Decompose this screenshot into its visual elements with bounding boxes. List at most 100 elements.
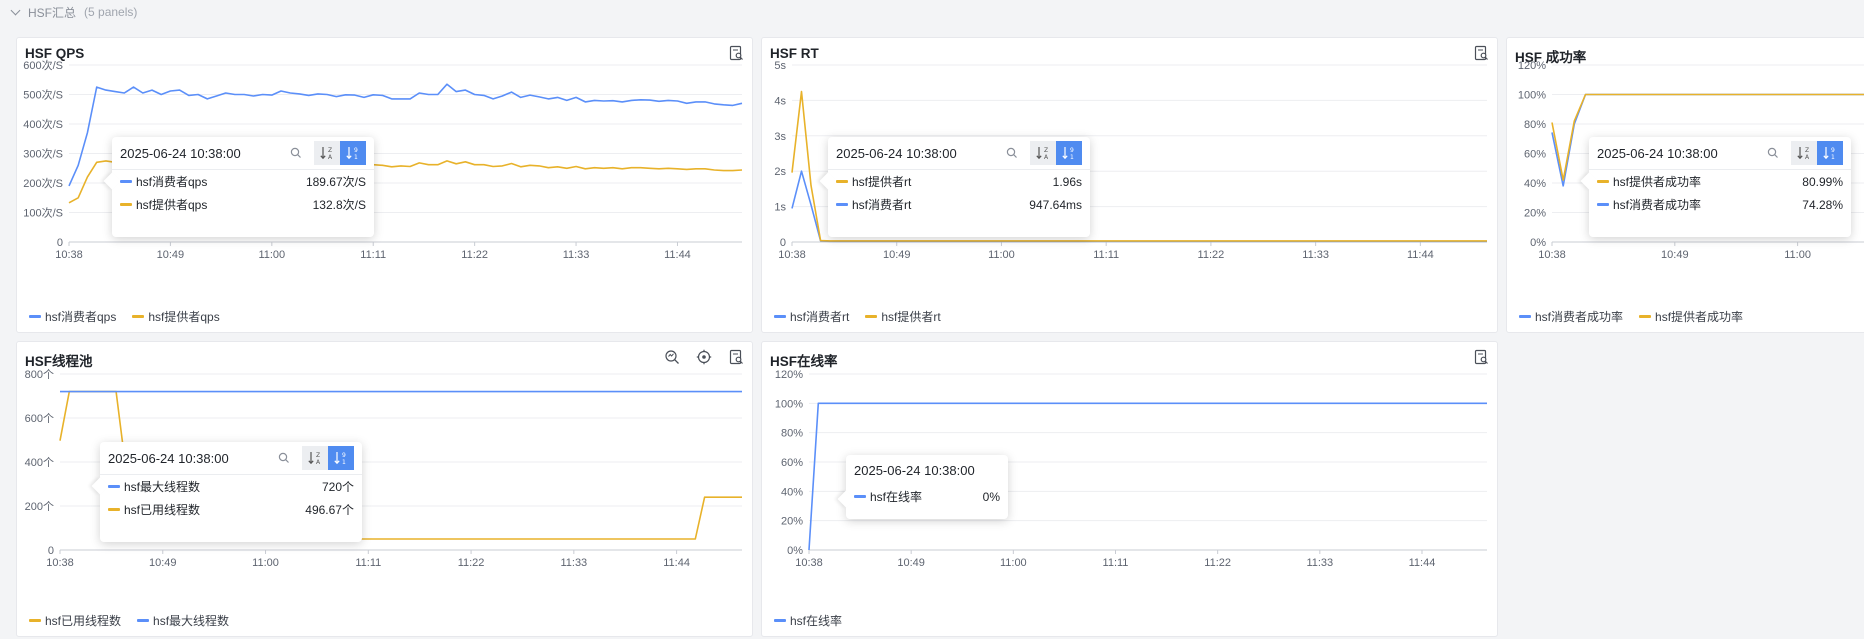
sort-alpha-icon: ZA [1036, 147, 1049, 161]
y-tick-label: 0% [1530, 237, 1546, 249]
x-tick-label: 11:44 [664, 249, 691, 261]
legend-item-consumer[interactable]: hsf消费者rt [774, 308, 849, 325]
svg-text:1: 1 [354, 154, 358, 161]
legend-label: hsf消费者qps [45, 310, 117, 324]
tooltip-series-value: 496.67个 [305, 503, 354, 517]
tooltip-series-value: 80.99% [1802, 174, 1843, 189]
svg-text:1: 1 [1831, 154, 1835, 161]
tooltip-row: hsf消费者rt 947.64ms [828, 193, 1090, 216]
tooltip-row: hsf消费者成功率 74.28% [1589, 193, 1851, 216]
chart-tooltip: 2025-06-24 10:38:00 ZA 91 hsf消费者qps 189.6… [103, 137, 374, 237]
group-header[interactable]: HSF汇总 (5 panels) [10, 4, 137, 20]
tooltip-header: 2025-06-24 10:38:00 [846, 455, 1008, 485]
legend-swatch [1639, 315, 1652, 318]
y-tick-label: 60% [781, 457, 803, 469]
sort-numeric-icon: 91 [334, 452, 346, 466]
tooltip-time: 2025-06-24 10:38:00 [836, 145, 957, 161]
y-tick-label: 200个 [25, 500, 54, 513]
tooltip-series-name: hsf提供者qps [136, 198, 208, 212]
tooltip-series-name: hsf提供者成功率 [1613, 175, 1702, 189]
x-tick-label: 11:44 [1409, 557, 1436, 569]
tooltip-swatch [108, 485, 120, 488]
x-tick-label: 10:38 [1538, 249, 1566, 261]
y-tick-label: 600个 [25, 412, 54, 425]
sort-numeric-button[interactable]: 91 [340, 141, 366, 165]
legend-item-max[interactable]: hsf最大线程数 [137, 612, 229, 629]
sort-alpha-icon: ZA [308, 452, 321, 466]
search-icon[interactable] [286, 143, 306, 163]
tooltip-row: hsf提供者成功率 80.99% [1589, 170, 1851, 193]
y-tick-label: 2s [774, 166, 786, 178]
tooltip-row: hsf提供者qps 132.8次/S [112, 193, 374, 216]
legend-item-provider[interactable]: hsf提供者rt [865, 308, 941, 325]
sort-numeric-button[interactable]: 91 [1817, 141, 1843, 165]
x-tick-label: 11:44 [1407, 249, 1434, 261]
tooltip-series-value: 189.67次/S [305, 175, 366, 189]
tooltip-series-value: 720个 [321, 480, 354, 494]
svg-text:9: 9 [354, 147, 358, 154]
tooltip-header: 2025-06-24 10:38:00 ZA 91 [100, 442, 362, 475]
sort-numeric-button[interactable]: 91 [328, 446, 354, 470]
legend-swatch [774, 619, 786, 622]
tooltip-series-value: 1.96s [1052, 174, 1082, 189]
sort-alpha-button[interactable]: ZA [302, 446, 328, 470]
chart-tooltip: 2025-06-24 10:38:00 ZA 91 hsf提供者rt 1.96s … [819, 137, 1090, 237]
tooltip-swatch [836, 203, 848, 206]
tooltip-series-name: hsf已用线程数 [124, 503, 201, 517]
tooltip-series-name: hsf消费者成功率 [1613, 198, 1702, 212]
legend-label: hsf最大线程数 [153, 614, 230, 628]
y-tick-label: 5s [774, 60, 786, 72]
x-tick-label: 11:00 [1000, 557, 1027, 569]
y-tick-label: 400个 [25, 456, 54, 469]
search-icon[interactable] [274, 448, 294, 468]
y-tick-label: 0% [787, 545, 803, 557]
y-tick-label: 40% [1524, 178, 1546, 190]
y-tick-label: 3s [774, 131, 786, 143]
legend-swatch [774, 315, 786, 318]
chart-legend: hsf消费者qps hsf提供者qps [29, 308, 220, 325]
sort-numeric-button[interactable]: 91 [1056, 141, 1082, 165]
legend-label: hsf提供者qps [148, 310, 220, 324]
tooltip-series-value: 74.28% [1802, 197, 1843, 212]
legend-item-used[interactable]: hsf已用线程数 [29, 612, 121, 629]
search-icon[interactable] [1763, 143, 1783, 163]
search-icon[interactable] [1002, 143, 1022, 163]
x-tick-label: 11:00 [1784, 249, 1811, 261]
legend-item-consumer[interactable]: hsf消费者成功率 [1519, 308, 1623, 325]
tooltip-series-value: 947.64ms [1029, 197, 1082, 212]
legend-item-consumer[interactable]: hsf消费者qps [29, 308, 116, 325]
y-tick-label: 60% [1524, 149, 1546, 161]
x-tick-label: 11:22 [461, 249, 488, 261]
legend-item-provider[interactable]: hsf提供者qps [132, 308, 220, 325]
legend-swatch [29, 619, 41, 622]
tooltip-swatch [120, 203, 132, 206]
x-tick-label: 10:49 [1661, 249, 1689, 261]
svg-text:9: 9 [342, 452, 346, 459]
y-tick-label: 1s [774, 202, 786, 214]
svg-text:A: A [328, 154, 333, 161]
y-tick-label: 600次/S [23, 58, 63, 72]
sort-numeric-icon: 91 [1062, 147, 1074, 161]
y-tick-label: 0 [48, 545, 54, 557]
sort-alpha-button[interactable]: ZA [1791, 141, 1817, 165]
tooltip-series-name: hsf消费者qps [136, 175, 208, 189]
x-tick-label: 11:11 [1093, 249, 1119, 261]
sort-alpha-icon: ZA [320, 147, 333, 161]
legend-item-online[interactable]: hsf在线率 [774, 612, 842, 629]
y-tick-label: 500次/S [23, 88, 63, 102]
legend-swatch [132, 315, 145, 318]
panel-hsf-qps: HSF QPS 0 100次/S 200次/S 300次/S 400次/S 500次/S 6… [16, 37, 753, 333]
legend-label: hsf提供者成功率 [1655, 310, 1744, 324]
y-tick-label: 120% [1518, 60, 1546, 72]
sort-alpha-button[interactable]: ZA [314, 141, 340, 165]
legend-swatch [1519, 315, 1531, 318]
chevron-down-icon [10, 5, 21, 16]
tooltip-time: 2025-06-24 10:38:00 [108, 450, 229, 466]
sort-alpha-button[interactable]: ZA [1030, 141, 1056, 165]
legend-label: hsf已用线程数 [45, 614, 122, 628]
y-tick-label: 0 [780, 237, 786, 249]
x-tick-label: 11:22 [1204, 557, 1231, 569]
chart-legend: hsf在线率 [774, 612, 842, 629]
legend-item-provider[interactable]: hsf提供者成功率 [1639, 308, 1743, 325]
chart-tooltip: 2025-06-24 10:38:00 ZA 91 hsf最大线程数 720个 h… [91, 442, 362, 542]
